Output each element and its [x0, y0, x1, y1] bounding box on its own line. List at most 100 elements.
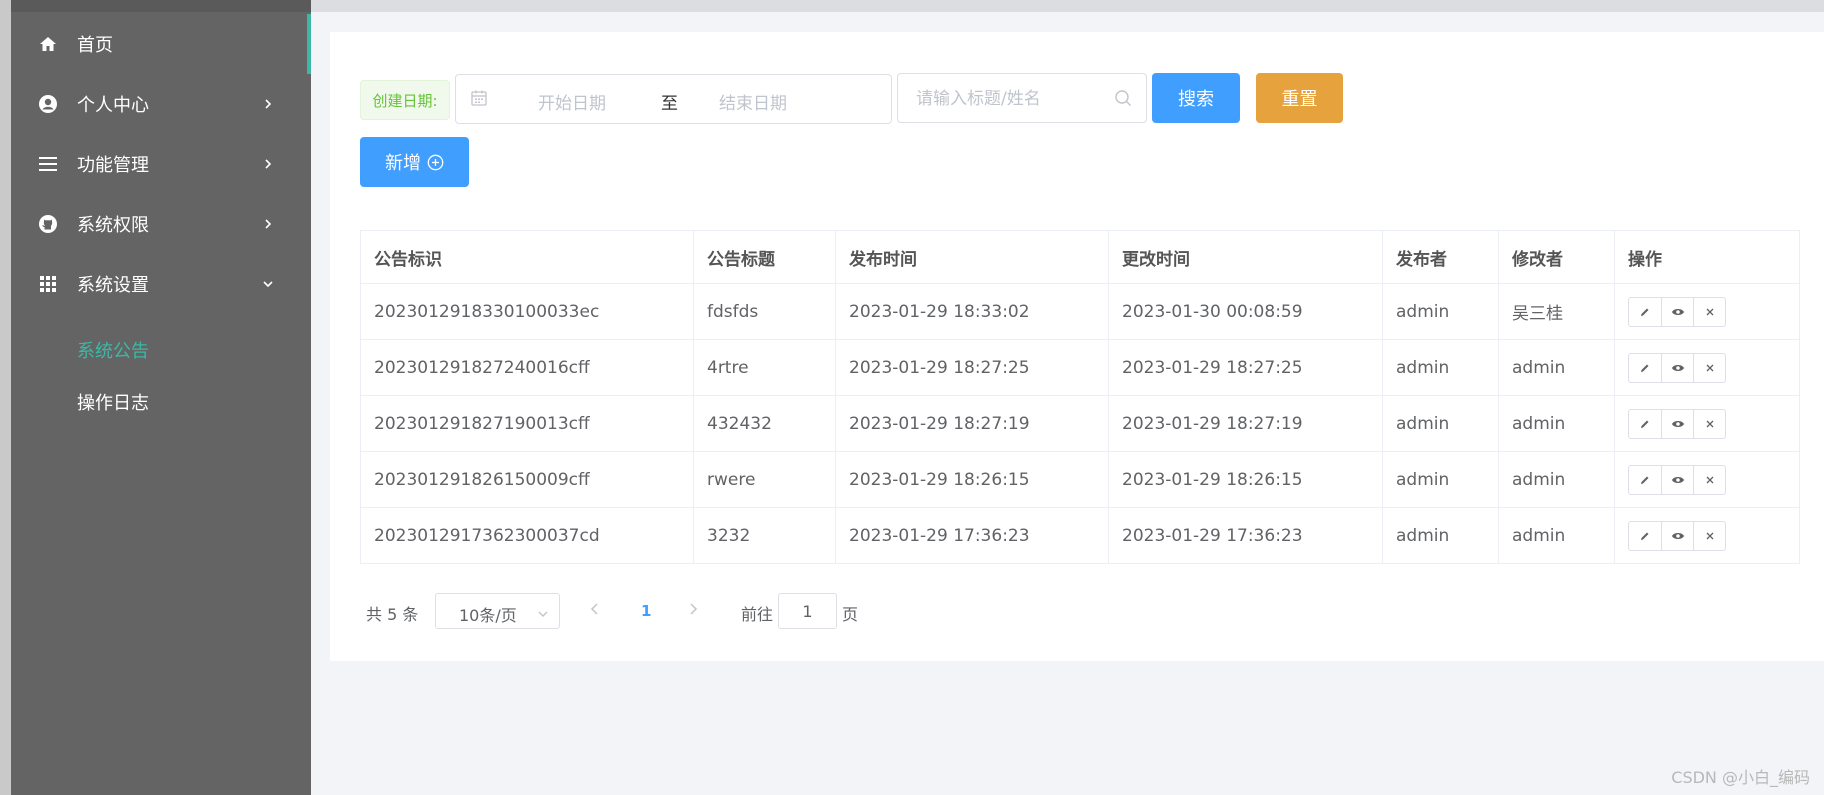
column-header-modifier[interactable]: 修改者 [1498, 230, 1615, 284]
cell-modifier: admin [1498, 395, 1615, 452]
window-edge [0, 0, 11, 795]
view-button[interactable] [1661, 521, 1693, 550]
cell-update-time: 2023-01-29 18:27:19 [1108, 395, 1383, 452]
cell-update-time: 2023-01-29 17:36:23 [1108, 507, 1383, 564]
search-button[interactable]: 搜索 [1152, 73, 1240, 123]
cell-publish-time: 2023-01-29 18:33:02 [835, 283, 1109, 340]
next-page-button[interactable] [688, 601, 702, 621]
chevron-down-icon [537, 605, 549, 617]
view-button[interactable] [1661, 297, 1693, 326]
view-button[interactable] [1661, 353, 1693, 382]
column-header-publisher[interactable]: 发布者 [1382, 230, 1499, 284]
cell-publish-time: 2023-01-29 18:26:15 [835, 451, 1109, 508]
cell-publisher: admin [1382, 395, 1499, 452]
view-button[interactable] [1661, 465, 1693, 494]
date-range-picker[interactable]: 开始日期 至 结束日期 [455, 74, 892, 124]
sidebar-item-label: 功能管理 [77, 155, 149, 176]
column-header-actions: 操作 [1614, 230, 1800, 284]
table-row: 202301291827240016cff 4rtre 2023-01-29 18:… [360, 339, 1800, 396]
cell-actions [1614, 395, 1800, 452]
edit-button[interactable] [1629, 354, 1661, 382]
range-separator: 至 [661, 94, 678, 114]
edit-button[interactable] [1629, 522, 1661, 550]
cell-publish-time: 2023-01-29 17:36:23 [835, 507, 1109, 564]
column-header-publish-time[interactable]: 发布时间 [835, 230, 1109, 284]
cell-update-time: 2023-01-29 18:27:25 [1108, 339, 1383, 396]
cell-actions [1614, 507, 1800, 564]
action-button-group [1628, 408, 1726, 439]
cell-id: 2023012918330100033ec [360, 283, 694, 340]
cell-actions [1614, 339, 1800, 396]
table-row: 2023012917362300037cd 3232 2023-01-29 17:3… [360, 507, 1800, 564]
submenu-item-operation-log[interactable]: 操作日志 [77, 389, 149, 415]
view-icon [1671, 531, 1685, 541]
cell-publisher: admin [1382, 283, 1499, 340]
cell-publish-time: 2023-01-29 18:27:19 [835, 395, 1109, 452]
announcement-table: 公告标识 公告标题 发布时间 更改时间 发布者 修改者 操作 202301291… [360, 230, 1800, 564]
cell-title: fdsfds [693, 283, 836, 340]
cell-publisher: admin [1382, 339, 1499, 396]
cell-id: 202301291826150009cff [360, 451, 694, 508]
menu-lines-icon [37, 153, 59, 175]
chevron-right-icon [261, 157, 275, 171]
action-button-group [1628, 464, 1726, 495]
column-header-title[interactable]: 公告标题 [693, 230, 836, 284]
edit-icon [1639, 530, 1651, 542]
github-icon [37, 213, 59, 235]
edit-button[interactable] [1629, 298, 1661, 326]
delete-button[interactable] [1693, 297, 1725, 326]
search-field[interactable] [897, 73, 1147, 123]
delete-icon [1705, 419, 1715, 429]
goto-suffix: 页 [842, 605, 859, 624]
sidebar: 首页 个人中心 功能管理 系统权限 系统设置 系统公告 操作日志 [11, 0, 311, 795]
top-header-bar [311, 0, 1824, 12]
edit-button[interactable] [1629, 410, 1661, 438]
page-size-select[interactable]: 10条/页 [435, 593, 560, 629]
cell-modifier: admin [1498, 451, 1615, 508]
search-input[interactable] [916, 86, 1106, 112]
delete-button[interactable] [1693, 465, 1725, 494]
delete-icon [1705, 307, 1715, 317]
action-button-group [1628, 296, 1726, 327]
edit-icon [1639, 474, 1651, 486]
goto-page-input[interactable] [778, 593, 837, 629]
chevron-right-icon [261, 217, 275, 231]
prev-page-button[interactable] [590, 601, 604, 621]
cell-id: 202301291827240016cff [360, 339, 694, 396]
cell-publish-time: 2023-01-29 18:27:25 [835, 339, 1109, 396]
sidebar-item-label: 首页 [77, 35, 113, 56]
sidebar-top-strip [11, 0, 311, 12]
sidebar-item-label: 系统权限 [77, 215, 149, 236]
cell-update-time: 2023-01-30 00:08:59 [1108, 283, 1383, 340]
delete-button[interactable] [1693, 409, 1725, 438]
edit-button[interactable] [1629, 466, 1661, 494]
submenu-item-system-announcement[interactable]: 系统公告 [77, 337, 149, 363]
column-header-update-time[interactable]: 更改时间 [1108, 230, 1383, 284]
sidebar-item-function-management[interactable]: 功能管理 [11, 134, 311, 194]
sidebar-item-system-settings[interactable]: 系统设置 [11, 254, 311, 314]
reset-button[interactable]: 重置 [1256, 73, 1343, 123]
delete-icon [1705, 475, 1715, 485]
delete-button[interactable] [1693, 521, 1725, 550]
sidebar-item-personal-center[interactable]: 个人中心 [11, 74, 311, 134]
add-button-label: 新增 [385, 153, 421, 174]
start-date-input[interactable]: 开始日期 [538, 89, 606, 114]
cell-publisher: admin [1382, 507, 1499, 564]
view-icon [1671, 475, 1685, 485]
sidebar-item-home[interactable]: 首页 [11, 14, 311, 74]
sidebar-item-system-permissions[interactable]: 系统权限 [11, 194, 311, 254]
add-button[interactable]: 新增 [360, 137, 469, 187]
end-date-input[interactable]: 结束日期 [719, 89, 787, 114]
column-header-id[interactable]: 公告标识 [360, 230, 694, 284]
cell-modifier: admin [1498, 339, 1615, 396]
delete-button[interactable] [1693, 353, 1725, 382]
create-date-label: 创建日期: [360, 80, 450, 120]
cell-title: 3232 [693, 507, 836, 564]
home-icon [37, 33, 59, 55]
cell-actions [1614, 451, 1800, 508]
grid-icon [37, 273, 59, 295]
page-number-1[interactable]: 1 [641, 602, 651, 620]
edit-icon [1639, 362, 1651, 374]
view-button[interactable] [1661, 409, 1693, 438]
cell-title: 432432 [693, 395, 836, 452]
